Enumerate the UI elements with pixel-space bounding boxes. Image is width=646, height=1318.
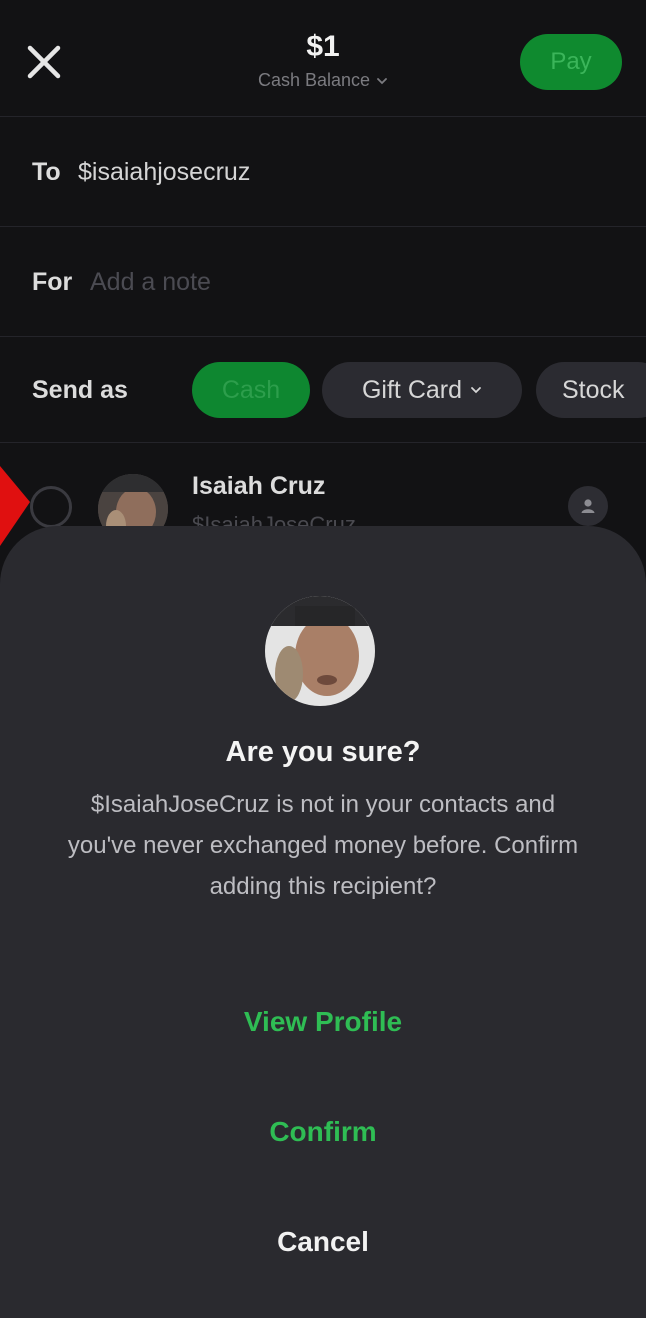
confirm-button[interactable]: Confirm [0, 1116, 646, 1148]
avatar-photo [265, 596, 375, 706]
confirm-recipient-sheet: Are you sure? $IsaiahJoseCruz is not in … [0, 526, 646, 1318]
contact-name: Isaiah Cruz [192, 472, 326, 500]
pay-button[interactable]: Pay [520, 34, 622, 90]
arrow-marker-icon [0, 466, 30, 546]
send-as-gift-card-chip[interactable]: Gift Card [322, 362, 522, 418]
header: $1 Cash Balance Pay [0, 0, 646, 118]
send-as-stock-chip[interactable]: Stock [536, 362, 646, 418]
avatar [265, 596, 375, 706]
to-label: To [32, 158, 61, 186]
cancel-button[interactable]: Cancel [0, 1226, 646, 1258]
divider [0, 336, 646, 337]
balance-source-selector[interactable]: Cash Balance [258, 70, 388, 91]
contact-profile-button[interactable] [568, 486, 608, 526]
person-icon [581, 499, 595, 513]
chevron-down-icon [377, 77, 387, 84]
recipient-field[interactable]: $isaiahjosecruz [78, 158, 250, 187]
divider [0, 116, 646, 117]
chip-label: Cash [221, 375, 281, 404]
send-as-cash-chip[interactable]: Cash [192, 362, 310, 418]
divider [0, 226, 646, 227]
chip-label: Stock [562, 375, 625, 404]
divider [0, 442, 646, 443]
chip-label: Gift Card [361, 375, 463, 404]
note-input[interactable]: Add a note [90, 268, 211, 297]
send-as-label: Send as [32, 376, 128, 404]
view-profile-button[interactable]: View Profile [0, 1006, 646, 1038]
dialog-message: $IsaiahJoseCruz is not in your contacts … [67, 791, 579, 900]
for-label: For [32, 268, 73, 296]
chevron-down-icon [471, 387, 481, 394]
select-contact-radio[interactable] [30, 486, 72, 528]
balance-source-label: Cash Balance [257, 70, 371, 90]
dialog-title: Are you sure? [225, 736, 421, 768]
payment-screen: $1 Cash Balance Pay To $isaiahjosecruz F… [0, 0, 646, 1318]
